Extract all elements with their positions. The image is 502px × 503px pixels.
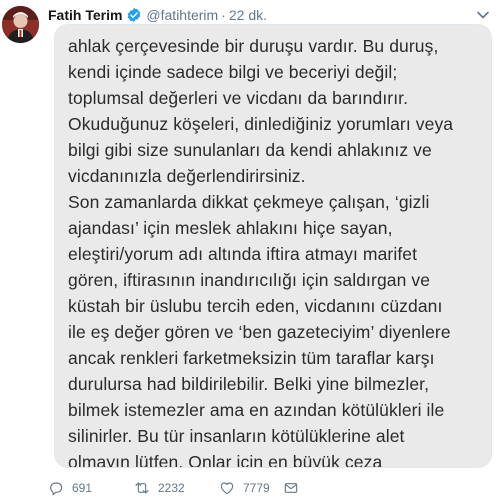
- image-text-line: silinirler. Bu tür insanların kötülükler…: [68, 426, 405, 446]
- tweet-actions: 691 2232 7779: [48, 478, 307, 498]
- image-text-line: Son zamanlarda dikkat çekmeye çalışan, ‘…: [68, 192, 430, 212]
- image-text-line: eleştiri/yorum adı altında iftira atmayı…: [68, 244, 418, 264]
- tweet-header: Fatih Terim @fatihterim · 22 dk.: [48, 6, 267, 24]
- image-text-line: Okuduğunuz köşeleri, dinlediğiniz yoruml…: [68, 114, 454, 134]
- reply-icon: [50, 482, 63, 496]
- retweet-icon: [135, 482, 149, 494]
- avatar[interactable]: [2, 6, 39, 43]
- direct-message-button[interactable]: [283, 480, 307, 496]
- heart-icon: [220, 482, 234, 495]
- chevron-down-icon[interactable]: [476, 8, 490, 22]
- image-text-line: ahlak çerçevesinde bir duruşu vardır. Bu…: [68, 36, 439, 56]
- envelope-icon: [284, 483, 298, 493]
- image-text-line: durulursa had bildirilebilir. Belki yine…: [68, 374, 430, 394]
- like-count: 7779: [243, 481, 270, 495]
- verified-badge-icon: [128, 8, 141, 22]
- image-text-line: ancak renkleri farketmeksizin tüm tarafl…: [68, 348, 435, 368]
- image-text-line: vicdanınızla değerlendirirsiniz.: [68, 166, 306, 186]
- image-text-line: toplumsal değerleri ve vicdanı da barınd…: [68, 88, 409, 108]
- image-text-line: ile eş değer gören ve ‘ben gazeteciyim’ …: [68, 322, 451, 342]
- image-text-line: bilgi gibi size sunulanları da kendi ahl…: [68, 140, 432, 160]
- image-text-line: gören, iftirasının inandırıcılığı için s…: [68, 270, 431, 290]
- like-button[interactable]: 7779: [219, 480, 279, 496]
- image-text-line: kendi içinde sadece bilgi ve beceriyi de…: [68, 62, 398, 82]
- image-text-line: bilmek istemezler ama en azından kötülük…: [68, 400, 445, 420]
- image-text-line: olmayın lütfen. Onlar için en büyük ceza: [68, 452, 383, 468]
- separator-dot: ·: [221, 7, 226, 23]
- reply-count: 691: [72, 481, 93, 495]
- reply-button[interactable]: 691: [48, 480, 104, 496]
- image-text-line: küstah bir üslubu tercih eden, vicdanını…: [68, 296, 443, 316]
- tweet-text-image[interactable]: ahlak çerçevesinde bir duruşu vardır. Bu…: [54, 24, 492, 468]
- tweet-timestamp[interactable]: 22 dk.: [229, 7, 267, 23]
- author-handle[interactable]: @fatihterim: [146, 7, 218, 23]
- retweet-count: 2232: [158, 481, 185, 495]
- avatar-image: [2, 6, 39, 43]
- retweet-button[interactable]: 2232: [134, 480, 219, 496]
- image-text-line: ajandası’ için meslek ahlakını hiçe saya…: [68, 218, 393, 238]
- author-name[interactable]: Fatih Terim: [48, 7, 122, 23]
